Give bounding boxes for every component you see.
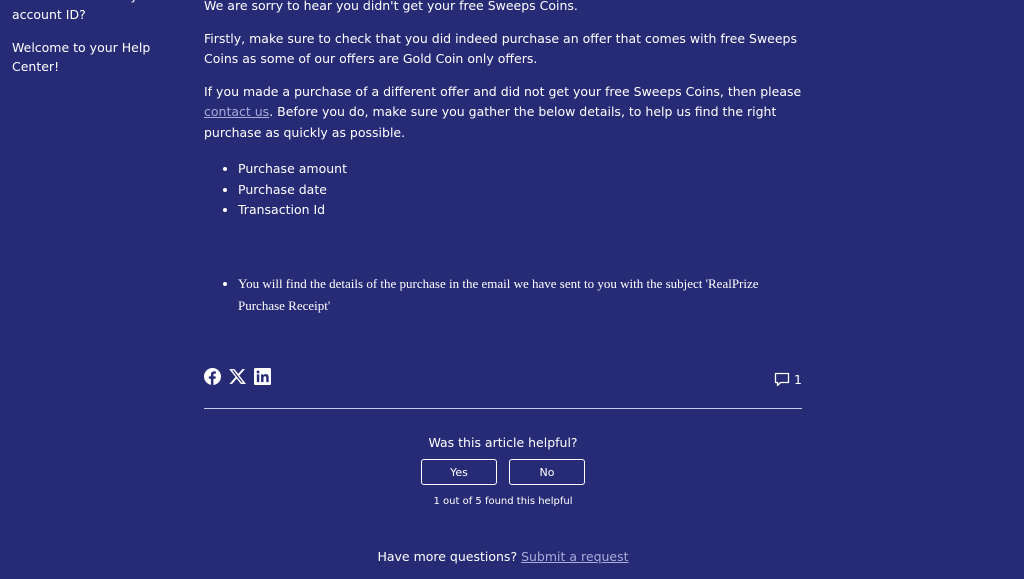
article-intro: We are sorry to hear you didn't get your… <box>204 0 578 13</box>
sidebar-item-welcome[interactable]: Welcome to your Help Center! <box>12 38 162 76</box>
receipt-note: You will find the details of the purchas… <box>238 273 802 317</box>
share-row: 1 <box>204 366 802 392</box>
divider <box>204 408 802 409</box>
help-center-page: Where can I find my account ID? Welcome … <box>0 0 1024 579</box>
article-paragraph-1: Firstly, make sure to check that you did… <box>204 30 798 67</box>
vote-count: 1 out of 5 found this helpful <box>433 496 573 507</box>
vote-question: Was this article helpful? <box>428 435 578 450</box>
more-questions: Have more questions? Submit a request <box>204 549 802 564</box>
paragraph-2-text-end: . Before you do, make sure you gather th… <box>204 104 777 140</box>
list-item: Transaction Id <box>238 200 802 221</box>
vote-yes-button[interactable]: Yes <box>421 459 497 485</box>
article-vote: Was this article helpful? Yes No 1 out o… <box>204 435 802 507</box>
sidebar-item-account-id[interactable]: Where can I find my account ID? <box>12 0 162 24</box>
vote-no-button[interactable]: No <box>509 459 585 485</box>
receipt-note-list: You will find the details of the purchas… <box>204 273 802 317</box>
contact-us-link[interactable]: contact us <box>204 104 269 119</box>
facebook-icon[interactable] <box>204 368 221 385</box>
article-body: We are sorry to hear you didn't get your… <box>204 0 802 317</box>
paragraph-2-text-start: If you made a purchase of a different of… <box>204 83 802 99</box>
related-articles-sidebar: Where can I find my account ID? Welcome … <box>12 0 162 90</box>
list-item: Purchase date <box>238 180 802 201</box>
purchase-details-list: Purchase amount Purchase date Transactio… <box>204 159 802 221</box>
comments-link[interactable]: 1 <box>774 372 802 387</box>
article-paragraph-2: If you made a purchase of a different of… <box>204 82 802 144</box>
linkedin-icon[interactable] <box>254 368 271 385</box>
list-item: Purchase amount <box>238 159 802 180</box>
x-icon[interactable] <box>229 368 246 385</box>
more-questions-text: Have more questions? <box>377 549 518 564</box>
vote-buttons: Yes No <box>204 459 802 485</box>
submit-request-link[interactable]: Submit a request <box>521 549 628 564</box>
comment-count: 1 <box>794 372 802 387</box>
comment-icon <box>774 372 790 387</box>
social-share-icons <box>204 368 271 385</box>
